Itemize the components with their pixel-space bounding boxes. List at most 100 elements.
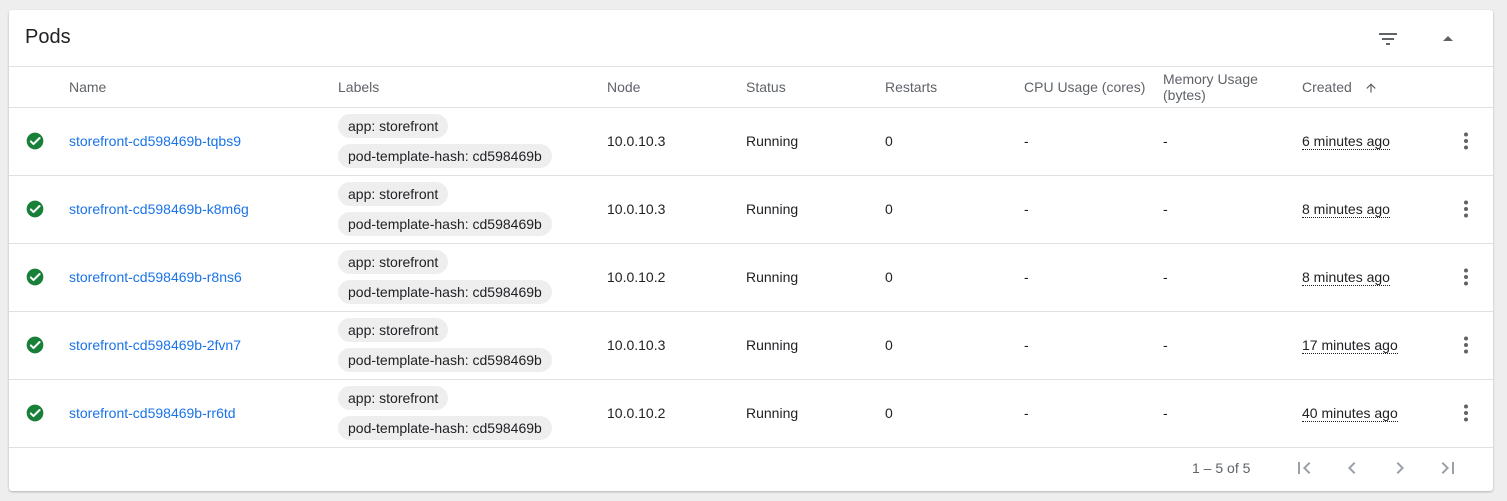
name-cell: storefront-cd598469b-tqbs9 (69, 107, 338, 175)
restarts-cell: 0 (885, 337, 893, 353)
table-row: storefront-cd598469b-2fvn7 app: storefro… (9, 311, 1493, 379)
created-time[interactable]: 8 minutes ago (1302, 201, 1390, 218)
collapse-button[interactable] (1432, 23, 1464, 55)
labels-cell: app: storefront pod-template-hash: cd598… (338, 311, 607, 379)
row-menu-button[interactable] (1438, 265, 1493, 289)
name-cell: storefront-cd598469b-2fvn7 (69, 311, 338, 379)
status-cell (9, 243, 69, 311)
created-cell: 6 minutes ago (1302, 107, 1438, 175)
restarts-cell: 0 (885, 405, 893, 421)
actions-cell (1438, 107, 1493, 175)
column-header-created-label: Created (1302, 78, 1352, 95)
created-time[interactable]: 40 minutes ago (1302, 405, 1398, 422)
label-chip: app: storefront (338, 182, 449, 206)
memory-cell: - (1163, 405, 1168, 421)
created-cell: 40 minutes ago (1302, 379, 1438, 447)
filter-list-icon (1379, 33, 1397, 45)
column-header-name[interactable]: Name (69, 67, 338, 107)
created-time[interactable]: 6 minutes ago (1302, 133, 1390, 150)
more-vert-icon (1463, 404, 1468, 422)
pod-name-link[interactable]: storefront-cd598469b-2fvn7 (69, 337, 241, 353)
check-circle-icon (26, 336, 44, 354)
column-header-status-text[interactable]: Status (746, 67, 885, 107)
status-cell (9, 107, 69, 175)
first-page-button[interactable] (1292, 456, 1316, 480)
status-cell (9, 311, 69, 379)
more-vert-icon (1463, 132, 1468, 150)
column-header-actions (1438, 67, 1493, 107)
label-chip: pod-template-hash: cd598469b (338, 348, 552, 372)
check-circle-icon (26, 132, 44, 150)
more-vert-icon (1463, 336, 1468, 354)
actions-cell (1438, 175, 1493, 243)
label-chip: app: storefront (338, 318, 449, 342)
status-cell (9, 379, 69, 447)
pods-card: Pods Name Labels Node Status Restarts CP… (9, 10, 1493, 491)
created-cell: 8 minutes ago (1302, 175, 1438, 243)
column-header-memory[interactable]: Memory Usage (bytes) (1163, 67, 1302, 107)
status-text-cell: Running (746, 337, 799, 353)
status-text-cell: Running (746, 201, 799, 217)
restarts-cell: 0 (885, 201, 893, 217)
column-header-labels: Labels (338, 78, 380, 95)
pod-name-link[interactable]: storefront-cd598469b-rr6td (69, 405, 236, 421)
actions-cell (1438, 243, 1493, 311)
pagination-range: 1 – 5 of 5 (1192, 459, 1251, 476)
row-menu-button[interactable] (1438, 129, 1493, 153)
cpu-cell: - (1024, 337, 1029, 353)
column-header-cpu[interactable]: CPU Usage (cores) (1024, 67, 1163, 107)
status-text-cell: Running (746, 269, 799, 285)
memory-cell: - (1163, 337, 1168, 353)
name-cell: storefront-cd598469b-k8m6g (69, 175, 338, 243)
check-circle-icon (26, 268, 44, 286)
labels-cell: app: storefront pod-template-hash: cd598… (338, 107, 607, 175)
created-cell: 17 minutes ago (1302, 311, 1438, 379)
arrow-upward-icon (1366, 83, 1376, 93)
name-cell: storefront-cd598469b-rr6td (69, 379, 338, 447)
status-text-cell: Running (746, 405, 799, 421)
memory-cell: - (1163, 133, 1168, 149)
filter-button[interactable] (1372, 23, 1404, 55)
labels-cell: app: storefront pod-template-hash: cd598… (338, 175, 607, 243)
label-chip: app: storefront (338, 386, 449, 410)
more-vert-icon (1463, 200, 1468, 218)
labels-cell: app: storefront pod-template-hash: cd598… (338, 379, 607, 447)
column-header-restarts[interactable]: Restarts (885, 67, 1024, 107)
first-page-icon (1298, 461, 1311, 474)
node-cell: 10.0.10.2 (607, 405, 666, 421)
check-circle-icon (26, 404, 44, 422)
table-header-row: Name Labels Node Status Restarts CPU Usa… (9, 67, 1493, 107)
cpu-cell: - (1024, 133, 1029, 149)
label-chip: pod-template-hash: cd598469b (338, 144, 552, 168)
label-chip: app: storefront (338, 114, 449, 138)
check-circle-icon (26, 200, 44, 218)
card-title: Pods (25, 26, 71, 48)
last-page-button[interactable] (1436, 456, 1460, 480)
label-chip: pod-template-hash: cd598469b (338, 212, 552, 236)
created-time[interactable]: 8 minutes ago (1302, 269, 1390, 286)
column-header-created[interactable]: Created (1302, 67, 1438, 107)
table-row: storefront-cd598469b-k8m6g app: storefro… (9, 175, 1493, 243)
actions-cell (1438, 379, 1493, 447)
pod-name-link[interactable]: storefront-cd598469b-tqbs9 (69, 133, 241, 149)
node-cell: 10.0.10.3 (607, 337, 666, 353)
actions-cell (1438, 311, 1493, 379)
pod-name-link[interactable]: storefront-cd598469b-k8m6g (69, 201, 249, 217)
memory-cell: - (1163, 269, 1168, 285)
labels-cell: app: storefront pod-template-hash: cd598… (338, 243, 607, 311)
row-menu-button[interactable] (1438, 401, 1493, 425)
status-text-cell: Running (746, 133, 799, 149)
created-cell: 8 minutes ago (1302, 243, 1438, 311)
created-time[interactable]: 17 minutes ago (1302, 337, 1398, 354)
prev-page-button[interactable] (1340, 456, 1364, 480)
column-header-node[interactable]: Node (607, 67, 746, 107)
row-menu-button[interactable] (1438, 197, 1493, 221)
next-page-button[interactable] (1388, 456, 1412, 480)
pod-name-link[interactable]: storefront-cd598469b-r8ns6 (69, 269, 242, 285)
row-menu-button[interactable] (1438, 333, 1493, 357)
chevron-left-icon (1348, 461, 1356, 474)
status-cell (9, 175, 69, 243)
node-cell: 10.0.10.3 (607, 201, 666, 217)
restarts-cell: 0 (885, 133, 893, 149)
memory-cell: - (1163, 201, 1168, 217)
